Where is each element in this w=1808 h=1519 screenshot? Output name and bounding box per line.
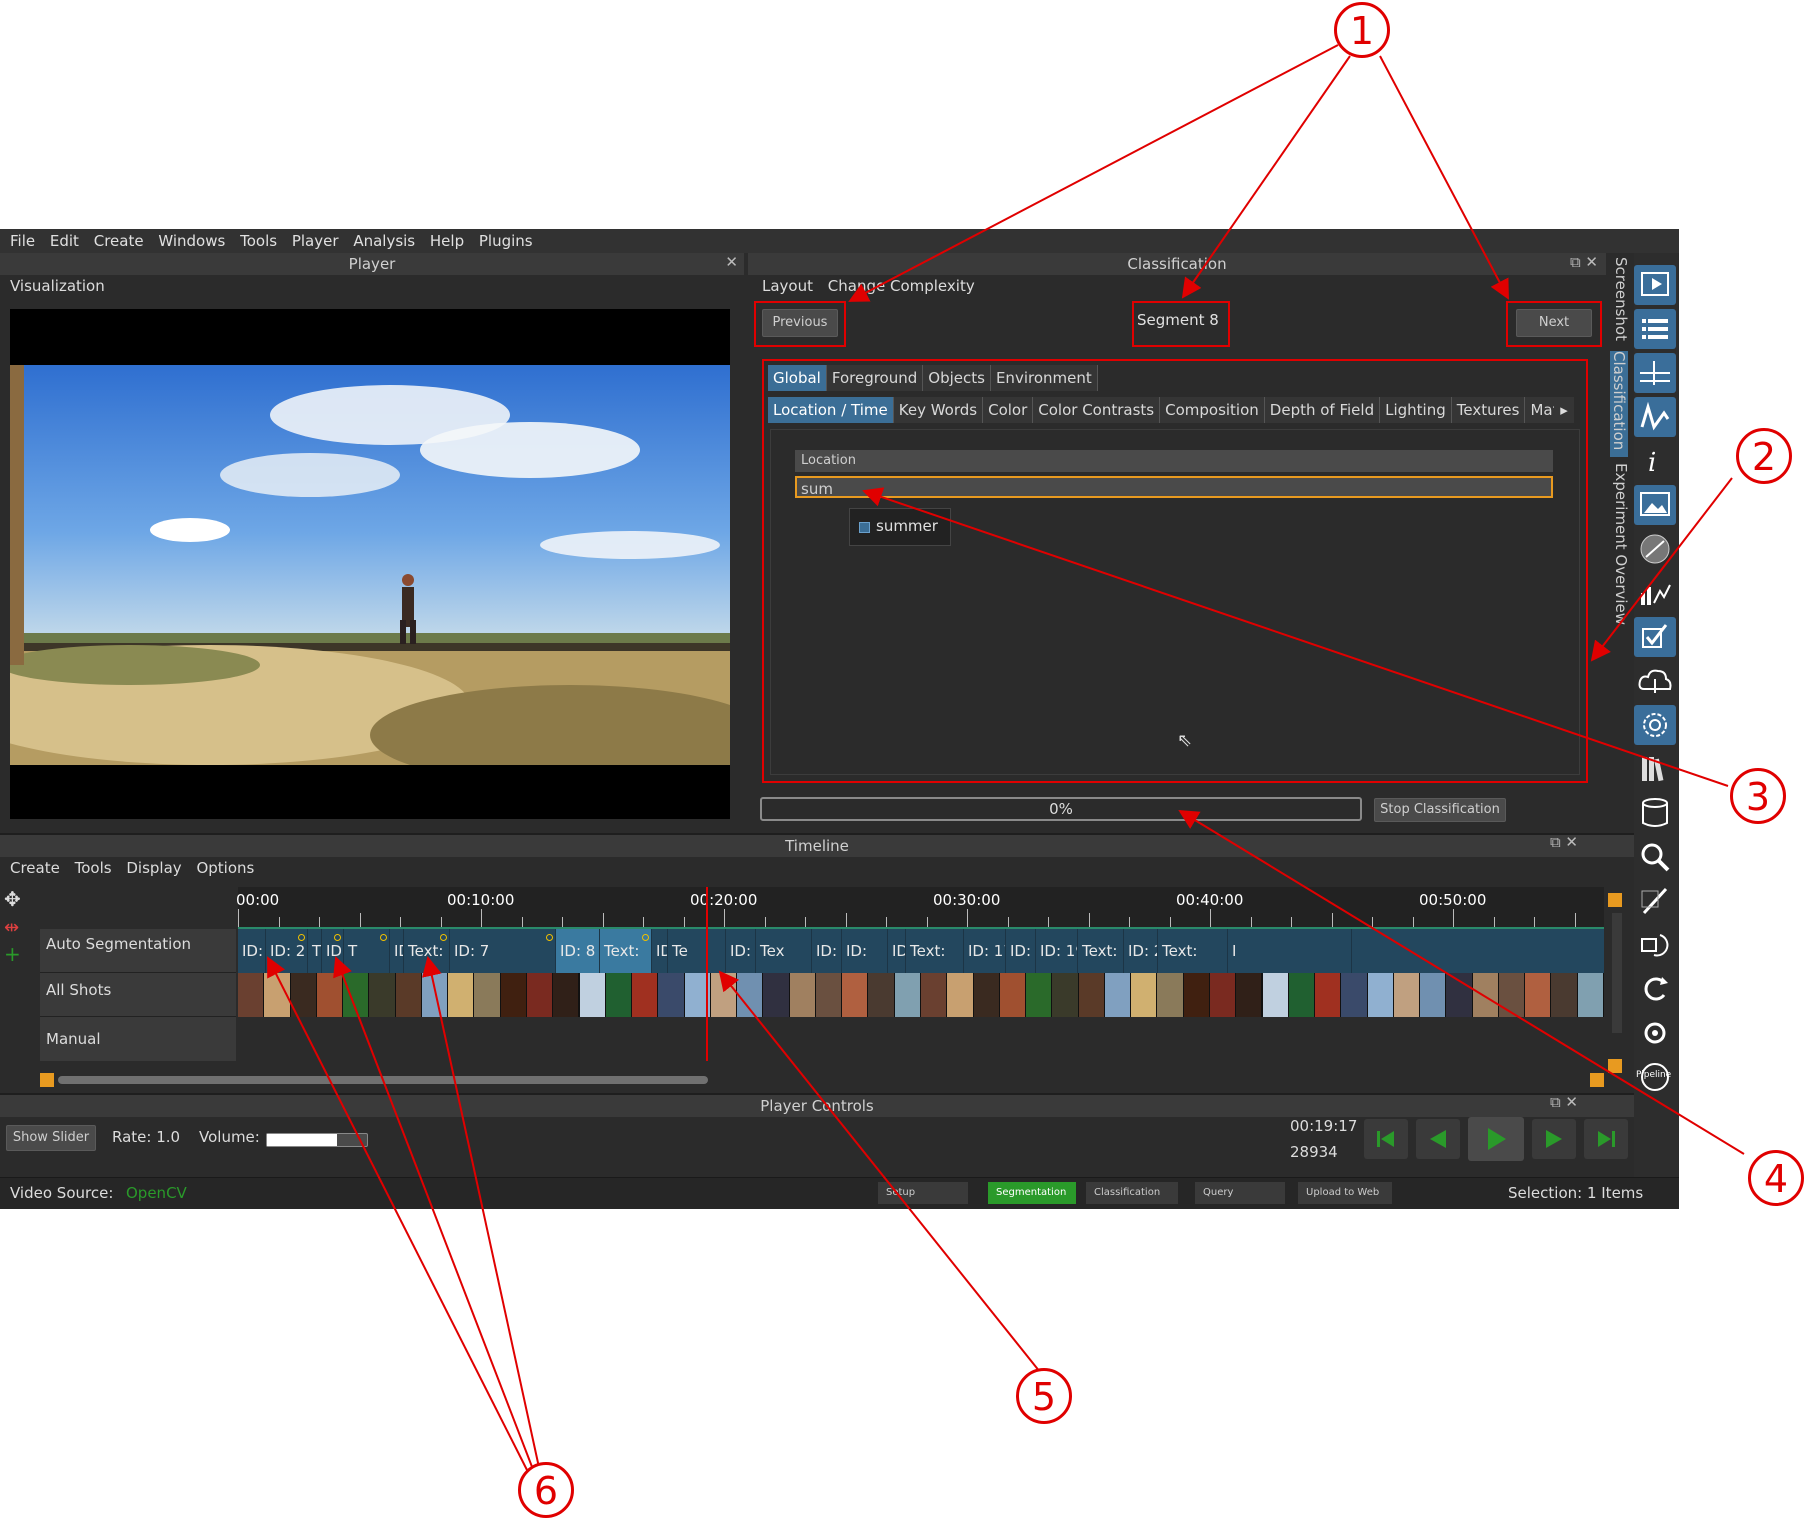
annotation-arrows (267, 44, 1745, 1473)
arrow-5 (718, 970, 1041, 1373)
callout-3: 3 (1730, 768, 1786, 824)
callout-4: 4 (1748, 1150, 1804, 1206)
arrow-6c (422, 956, 541, 1473)
arrow-2 (1590, 477, 1733, 662)
arrow-3 (862, 487, 1729, 787)
arrow-1-segment (1181, 55, 1351, 299)
callout-6: 6 (518, 1462, 574, 1518)
arrow-6a (267, 956, 529, 1473)
callout-2: 2 (1736, 428, 1792, 484)
arrow-6b (333, 956, 535, 1473)
arrow-1-next (1379, 55, 1509, 300)
arrow-4 (1178, 809, 1745, 1155)
callout-5: 5 (1016, 1368, 1072, 1424)
callout-1: 1 (1334, 2, 1390, 58)
arrow-1-previous (848, 44, 1339, 302)
